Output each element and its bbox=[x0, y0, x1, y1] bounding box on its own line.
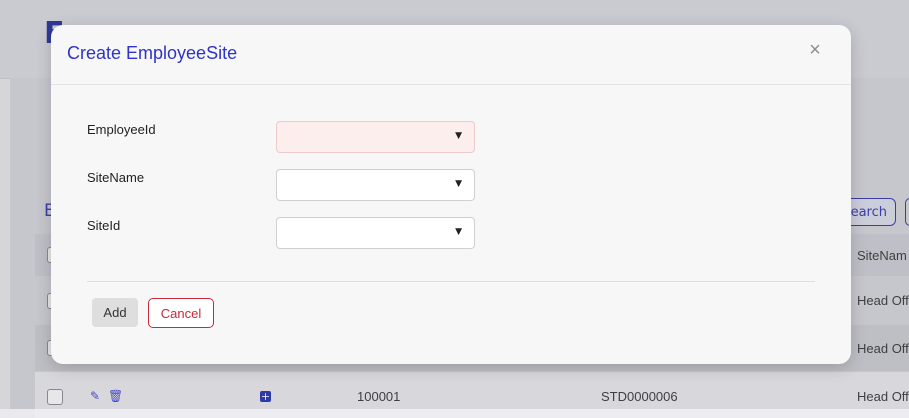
dialog-title: Create EmployeeSite bbox=[67, 43, 238, 63]
employee-id-select[interactable]: ▼ bbox=[276, 121, 475, 153]
site-id-select[interactable]: ▼ bbox=[276, 217, 475, 249]
cancel-button[interactable]: Cancel bbox=[148, 298, 214, 328]
close-icon[interactable]: × bbox=[805, 39, 825, 63]
chevron-down-icon: ▼ bbox=[455, 227, 462, 237]
site-name-label: SiteName bbox=[87, 170, 145, 185]
dialog-header: Create EmployeeSite × bbox=[51, 25, 851, 85]
site-id-label: SiteId bbox=[87, 218, 121, 233]
form-divider bbox=[87, 281, 815, 282]
employee-id-label: EmployeeId bbox=[87, 122, 156, 137]
chevron-down-icon: ▼ bbox=[455, 179, 462, 189]
add-button[interactable]: Add bbox=[92, 298, 138, 327]
site-name-select[interactable]: ▼ bbox=[276, 169, 475, 201]
create-employeesite-dialog: Create EmployeeSite × EmployeeId ▼ SiteN… bbox=[51, 25, 851, 364]
chevron-down-icon: ▼ bbox=[455, 131, 462, 141]
